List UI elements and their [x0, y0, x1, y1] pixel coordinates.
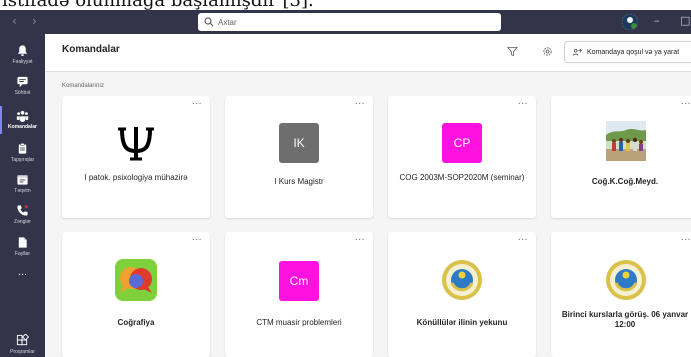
page-title: Komandalar	[62, 44, 120, 55]
team-more-options[interactable]: ...	[681, 233, 691, 243]
team-more-options[interactable]: ...	[681, 97, 691, 107]
rail-item-assignments[interactable]: Tapşırıqlar	[0, 142, 45, 163]
join-or-create-team-label: Komandaya qoşul və ya yarat	[587, 48, 680, 56]
file-icon	[18, 237, 27, 248]
rail-item-calendar[interactable]: Təqvim	[0, 173, 45, 194]
rail-item-chat[interactable]: Söhbət	[0, 75, 45, 96]
team-more-options[interactable]: ...	[355, 233, 365, 243]
join-or-create-team-button[interactable]: Komandaya qoşul və ya yarat	[564, 41, 691, 63]
app-rail: Fəaliyyət Söhbət Komandalar Tapşırıqlar …	[0, 34, 45, 357]
team-card[interactable]: ... IK I Kurs Magistr	[225, 96, 373, 218]
emblem-logo-icon	[442, 260, 482, 300]
psi-logo-icon	[114, 121, 158, 165]
rail-item-apps[interactable]: Proqramlar	[0, 334, 45, 355]
teams-window: ‹ › Axtar – □ Fəaliyyət Söhbət Komandala…	[0, 10, 691, 357]
team-avatar: Cm	[279, 261, 319, 301]
rail-item-activity[interactable]: Fəaliyyət	[0, 44, 45, 65]
rail-item-files[interactable]: Fayllar	[0, 236, 45, 257]
add-team-icon	[573, 48, 582, 56]
team-name: I Kurs Magistr	[274, 177, 324, 186]
phone-icon	[17, 205, 28, 216]
section-label: Komandalarınız	[62, 83, 105, 89]
team-avatar: CP	[442, 123, 482, 163]
filter-icon[interactable]	[507, 46, 518, 57]
team-card[interactable]: ... Coğ.K.Coğ.Meyd.	[551, 96, 691, 218]
chat-icon	[17, 76, 28, 88]
emblem-logo-icon	[606, 260, 646, 300]
rail-label-activity: Fəaliyyət	[12, 59, 33, 65]
apps-icon	[16, 334, 29, 346]
team-more-options[interactable]: ...	[355, 97, 365, 107]
minimize-button[interactable]: –	[654, 14, 660, 28]
team-name: Coğ.K.Coğ.Meyd.	[591, 177, 659, 186]
team-more-options[interactable]: ...	[192, 233, 202, 243]
team-card[interactable]: ... CP COG 2003M-SOP2020M (seminar)	[388, 96, 536, 218]
rail-label-files: Fayllar	[14, 251, 30, 257]
team-card[interactable]: ... Könüllülər ilinin yekunu	[388, 232, 536, 357]
rail-item-teams[interactable]: Komandalar	[0, 109, 45, 130]
rail-more-button[interactable]: ...	[0, 266, 45, 278]
rail-label-apps: Proqramlar	[10, 349, 35, 355]
team-name: Könüllülər ilinin yekunu	[416, 318, 508, 327]
rail-label-calls: Zənglər	[14, 219, 31, 225]
team-name: I patok. psixologiya mühazirə	[84, 173, 188, 182]
title-bar: ‹ › Axtar – □	[0, 10, 691, 34]
team-name: Coğrafiya	[117, 318, 155, 327]
team-card[interactable]: ... Birinci kurslarla görüş. 06 yanvar 1…	[551, 232, 691, 357]
search-input[interactable]: Axtar	[198, 13, 501, 31]
search-icon	[204, 17, 214, 27]
group-photo-icon	[606, 121, 646, 161]
team-more-options[interactable]: ...	[192, 97, 202, 107]
team-more-options[interactable]: ...	[518, 97, 528, 107]
team-card[interactable]: ... I patok. psixologiya mühazirə	[62, 96, 210, 218]
back-button[interactable]: ‹	[12, 14, 17, 28]
rail-label-calendar: Təqvim	[14, 188, 31, 194]
assignments-icon	[18, 143, 27, 154]
bell-icon	[17, 45, 28, 56]
rail-item-calls[interactable]: Zənglər	[0, 204, 45, 225]
maximize-button[interactable]: □	[680, 14, 690, 28]
team-name: COG 2003M-SOP2020M (seminar)	[399, 173, 525, 182]
chat-bubbles-logo-icon	[115, 259, 157, 301]
team-name: CTM muasir problemleri	[256, 318, 342, 327]
team-more-options[interactable]: ...	[518, 233, 528, 243]
user-avatar-icon	[622, 14, 638, 30]
rail-label-teams: Komandalar	[8, 124, 37, 130]
forward-button[interactable]: ›	[32, 14, 37, 28]
rail-label-assignments: Tapşırıqlar	[10, 157, 35, 163]
teams-icon	[16, 110, 29, 122]
team-card[interactable]: ... Coğrafiya	[62, 232, 210, 357]
avatar[interactable]	[622, 14, 638, 30]
team-name: Birinci kurslarla görüş. 06 yanvar 12:00	[561, 310, 689, 329]
document-text: istifadə olunmağa başlamışdır [3].	[0, 0, 691, 10]
search-placeholder: Axtar	[218, 17, 237, 27]
calendar-icon	[17, 175, 28, 185]
more-icon: ...	[17, 266, 28, 278]
gear-icon[interactable]	[542, 46, 553, 57]
rail-label-chat: Söhbət	[14, 90, 31, 96]
page-header: Komandalar Komandaya qoşul və ya yarat	[45, 34, 691, 72]
team-avatar: IK	[279, 123, 319, 163]
team-card[interactable]: ... Cm CTM muasir problemleri	[225, 232, 373, 357]
